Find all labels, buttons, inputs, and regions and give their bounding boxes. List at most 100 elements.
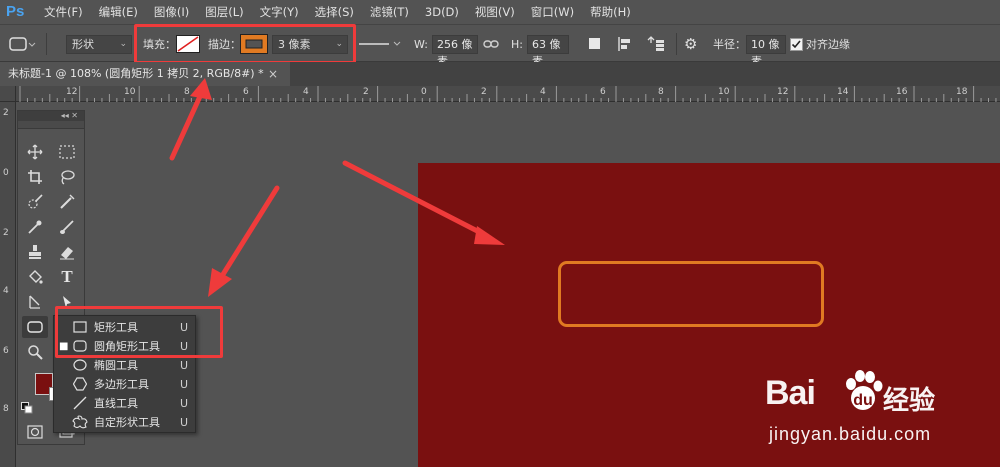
- menu-type[interactable]: 文字(Y): [252, 0, 307, 24]
- path-alignment-button[interactable]: [616, 25, 636, 63]
- ruler-label: 12: [66, 87, 78, 97]
- annotation-highlight-flyout: [55, 306, 223, 358]
- baidu-paw-icon: du: [846, 370, 883, 410]
- menu-view[interactable]: 视图(V): [467, 0, 523, 24]
- ruler-origin[interactable]: [0, 86, 16, 102]
- ruler-label: 16: [896, 87, 908, 97]
- ruler-label: 2: [363, 87, 369, 97]
- flyout-item-label: 椭圆工具: [94, 359, 138, 372]
- watermark-logo-text: Bai: [765, 374, 816, 412]
- mode-dropdown[interactable]: 形状 ⌄: [66, 35, 132, 54]
- ruler-label: 18: [956, 87, 968, 97]
- separator: [676, 33, 677, 55]
- document-tab-title: 未标题-1 @ 108% (圆角矩形 1 拷贝 2, RGB/8#) *: [8, 67, 264, 80]
- crop-tool-icon[interactable]: [22, 166, 48, 188]
- height-label: H:: [511, 37, 523, 51]
- toolbox-header[interactable]: ◂◂ ✕: [18, 111, 84, 121]
- ruler-label: 2: [3, 108, 9, 118]
- watermark-url: jingyan.baidu.com: [769, 424, 932, 444]
- flyout-item-shortcut: U: [180, 377, 189, 391]
- path-operations-button[interactable]: [586, 25, 604, 63]
- quick-mask-icon[interactable]: [22, 421, 48, 443]
- path-selection-tool-icon[interactable]: [22, 291, 48, 313]
- quick-selection-tool-icon[interactable]: [22, 191, 48, 213]
- flyout-item-shortcut: U: [180, 415, 189, 429]
- path-arrangement-button[interactable]: [645, 25, 669, 63]
- watermark-suffix: 经验: [883, 386, 936, 416]
- horizontal-ruler-ticks: [19, 86, 997, 102]
- custom-shape-icon: [72, 415, 88, 429]
- menu-image[interactable]: 图像(I): [146, 0, 197, 24]
- ruler-label: 4: [303, 87, 309, 97]
- shape-tool-icon[interactable]: [22, 316, 48, 338]
- menu-select[interactable]: 选择(S): [307, 0, 362, 24]
- menu-window[interactable]: 窗口(W): [523, 0, 582, 24]
- align-edges-checkbox[interactable]: [790, 25, 803, 63]
- arrange-layers-icon: [647, 36, 664, 51]
- brush-tool-icon[interactable]: [54, 216, 80, 238]
- vertical-ruler: 2 0 2 4 6 8: [0, 86, 16, 467]
- menu-edit[interactable]: 编辑(E): [91, 0, 146, 24]
- stamp-tool-icon[interactable]: [22, 241, 48, 263]
- ellipse-icon: [72, 359, 88, 371]
- flyout-item-label: 多边形工具: [94, 378, 149, 391]
- geometry-settings-button[interactable]: ⚙: [684, 25, 697, 63]
- document-tab-bar: 未标题-1 @ 108% (圆角矩形 1 拷贝 2, RGB/8#) * ×: [0, 62, 1000, 86]
- stroke-type-dropdown[interactable]: [357, 25, 403, 63]
- menu-filter[interactable]: 滤镜(T): [362, 0, 417, 24]
- eraser-tool-icon[interactable]: [54, 241, 80, 263]
- radius-input[interactable]: 10 像素: [746, 35, 786, 68]
- path-operations-icon: [589, 38, 600, 49]
- height-input[interactable]: 63 像素: [527, 35, 569, 68]
- default-colors-icon[interactable]: [20, 401, 34, 415]
- close-icon[interactable]: ×: [268, 62, 278, 86]
- ruler-label: 8: [3, 404, 9, 414]
- ruler-label: 6: [600, 87, 606, 97]
- flyout-item-shortcut: U: [180, 396, 189, 410]
- rounded-rectangle-shape[interactable]: [558, 261, 824, 327]
- ruler-label: 12: [777, 87, 789, 97]
- ruler-label: 4: [540, 87, 546, 97]
- ruler-label: 6: [243, 87, 249, 97]
- align-left-icon: [618, 37, 630, 51]
- tool-preset-picker[interactable]: [6, 25, 36, 63]
- eyedropper-tool-icon[interactable]: [22, 216, 48, 238]
- flyout-item-ellipse-tool[interactable]: 椭圆工具 U: [54, 356, 195, 374]
- ruler-label: 0: [3, 168, 9, 178]
- ruler-label: 8: [184, 87, 190, 97]
- flyout-item-line-tool[interactable]: 直线工具 U: [54, 394, 195, 412]
- ruler-label: 6: [3, 346, 9, 356]
- link-icon: [483, 40, 499, 48]
- flyout-item-shortcut: U: [180, 358, 189, 372]
- separator: [46, 33, 47, 55]
- annotation-highlight-fill-stroke: [134, 24, 356, 64]
- flyout-item-custom-shape-tool[interactable]: 自定形状工具 U: [54, 413, 195, 431]
- radius-label: 半径：: [713, 38, 746, 51]
- ruler-label: 2: [3, 228, 9, 238]
- menu-help[interactable]: 帮助(H): [582, 0, 639, 24]
- move-tool-icon[interactable]: [22, 141, 48, 163]
- width-input[interactable]: 256 像素: [432, 35, 478, 68]
- photoshop-logo: Ps: [6, 3, 25, 20]
- type-tool-icon[interactable]: T: [54, 266, 80, 288]
- healing-brush-tool-icon[interactable]: [54, 191, 80, 213]
- paint-bucket-tool-icon[interactable]: [22, 266, 48, 288]
- ruler-label: 10: [124, 87, 136, 97]
- zoom-tool-icon[interactable]: [22, 341, 48, 363]
- flyout-item-label: 自定形状工具: [94, 416, 160, 429]
- lasso-tool-icon[interactable]: [54, 166, 80, 188]
- flyout-item-polygon-tool[interactable]: 多边形工具 U: [54, 375, 195, 393]
- toolbox-grip[interactable]: [18, 121, 84, 129]
- menu-3d[interactable]: 3D(D): [417, 0, 467, 24]
- menu-file[interactable]: 文件(F): [36, 0, 91, 24]
- mode-dropdown-value: 形状: [72, 38, 94, 51]
- polygon-icon: [72, 377, 88, 391]
- document-tab[interactable]: 未标题-1 @ 108% (圆角矩形 1 拷贝 2, RGB/8#) *: [0, 62, 290, 86]
- rounded-rectangle-preset-icon: [9, 37, 36, 51]
- menu-layer[interactable]: 图层(L): [197, 0, 251, 24]
- svg-text:du: du: [853, 392, 873, 409]
- marquee-tool-icon[interactable]: [54, 141, 80, 163]
- ruler-label: 4: [3, 286, 9, 296]
- line-icon: [72, 396, 88, 410]
- link-dimensions-button[interactable]: [483, 25, 499, 63]
